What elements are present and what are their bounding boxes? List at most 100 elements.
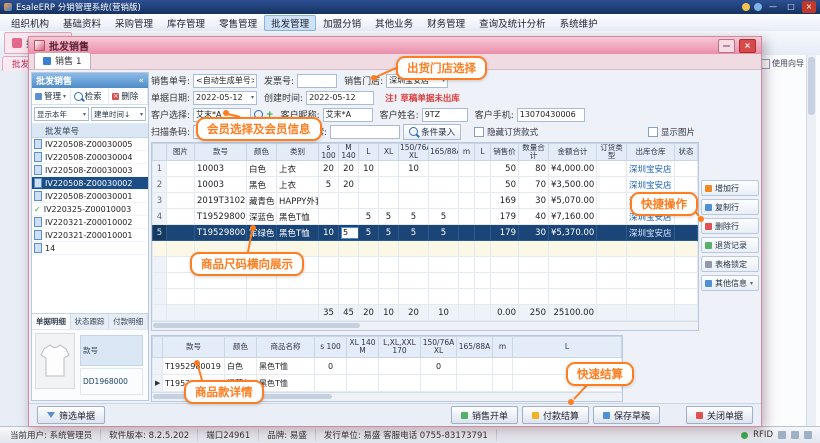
size-qty-cell[interactable] — [347, 358, 379, 375]
vertical-scrollbar[interactable] — [806, 55, 816, 427]
grid-row-1[interactable]: 110003白色上衣202010105080¥4,000.00深圳宝安店 — [153, 161, 698, 177]
close-button[interactable]: × — [802, 1, 816, 13]
order-type-cell[interactable] — [597, 225, 627, 241]
size-qty-cell[interactable] — [475, 209, 491, 225]
style-no-cell[interactable]: T1952980019 — [163, 358, 225, 375]
product-name-cell[interactable]: 黑色T恤 — [257, 358, 315, 375]
size-qty-cell[interactable] — [459, 177, 475, 193]
size-qty-cell[interactable]: 5 — [379, 225, 399, 241]
color-cell[interactable]: 军绿色 — [247, 225, 277, 241]
sidebar-order-row[interactable]: IV220508-Z00030003 — [32, 164, 148, 177]
sidebar-order-row[interactable]: ✓IV220325-Z00010003 — [32, 203, 148, 216]
size-qty-cell[interactable] — [379, 193, 399, 209]
scrollbar-thumb[interactable] — [153, 323, 360, 328]
size-qty-cell[interactable]: 5 — [379, 209, 399, 225]
save-draft-button[interactable]: 保存草稿 — [593, 406, 660, 424]
sale-no-input[interactable] — [193, 74, 257, 88]
size-qty-cell[interactable] — [421, 375, 457, 392]
size-qty-cell[interactable] — [399, 193, 429, 209]
date-picker[interactable]: 2022-05-12 ▾ — [193, 91, 257, 105]
category-cell[interactable]: 黑色T恤 — [277, 209, 319, 225]
scrollbar-thumb[interactable] — [808, 57, 815, 115]
grid-row-3[interactable]: 32019T31025藏青色HAPPY外套16930¥5,070.00深圳宝安店 — [153, 193, 698, 209]
category-cell[interactable]: 上衣 — [277, 177, 319, 193]
price-cell[interactable]: 179 — [491, 209, 519, 225]
size-qty-cell[interactable] — [339, 209, 359, 225]
size-qty-cell[interactable] — [475, 193, 491, 209]
size-qty-cell[interactable]: 10 — [319, 225, 339, 241]
order-type-cell[interactable] — [597, 193, 627, 209]
bell-icon[interactable] — [742, 3, 750, 11]
wizard-checkbox[interactable]: 使用向导 — [760, 58, 804, 69]
size-qty-cell[interactable] — [493, 358, 513, 375]
quick-button-delete-row[interactable]: 删除行 — [701, 218, 759, 234]
menu-item-9[interactable]: 财务管理 — [420, 15, 472, 31]
sidebar-tab-1[interactable]: 单据明细 — [32, 314, 71, 329]
size-qty-cell[interactable] — [359, 177, 379, 193]
sidebar-filter-2[interactable]: 建单时间↓▾ — [91, 107, 146, 121]
size-qty-cell[interactable] — [339, 193, 359, 209]
sidebar-order-row[interactable]: IV220321-Z00010001 — [32, 229, 148, 242]
status-cell[interactable] — [675, 161, 698, 177]
style-no-cell[interactable]: 10003 — [195, 177, 247, 193]
price-cell[interactable]: 169 — [491, 193, 519, 209]
style-no-cell[interactable]: T1952980019 — [195, 209, 247, 225]
size-qty-cell[interactable]: 5 — [359, 225, 379, 241]
size-qty-cell[interactable]: 5 — [359, 209, 379, 225]
create-bill-button[interactable]: 销售开单 — [451, 406, 518, 424]
size-qty-cell[interactable]: 5 — [429, 225, 459, 241]
size-qty-cell[interactable]: 5 — [399, 225, 429, 241]
warehouse-cell[interactable]: 深圳宝安店 — [627, 225, 675, 241]
size-qty-cell[interactable] — [475, 177, 491, 193]
size-qty-cell[interactable] — [379, 358, 421, 375]
qty-cell[interactable]: 80 — [519, 161, 549, 177]
size-qty-cell[interactable]: 10 — [359, 161, 379, 177]
size-qty-cell[interactable]: 20 — [339, 177, 359, 193]
dialog-close-button[interactable]: × — [739, 39, 756, 53]
size-qty-cell[interactable] — [347, 375, 379, 392]
size-qty-cell[interactable] — [459, 193, 475, 209]
sidebar-tab-2[interactable]: 状态跟踪 — [71, 314, 110, 329]
dialog-minimize-button[interactable]: — — [718, 39, 735, 53]
size-qty-cell[interactable] — [493, 375, 513, 392]
warehouse-cell[interactable]: 深圳宝安店 — [627, 177, 675, 193]
maximize-button[interactable]: □ — [784, 1, 798, 13]
amount-cell[interactable]: ¥7,160.00 — [549, 209, 597, 225]
size-qty-cell[interactable] — [457, 375, 493, 392]
order-type-cell[interactable] — [597, 177, 627, 193]
sidebar-filter-1[interactable]: 显示本年▾ — [34, 107, 89, 121]
quick-button-lock-table[interactable]: 表格锁定 — [701, 256, 759, 272]
menu-item-2[interactable]: 基础资料 — [56, 15, 108, 31]
menu-item-11[interactable]: 系统维护 — [553, 15, 605, 31]
color-cell[interactable]: 白色 — [225, 358, 257, 375]
sidebar-order-row[interactable]: IV220508-Z00030001 — [32, 190, 148, 203]
close-bill-button[interactable]: 关闭单据 — [686, 406, 753, 424]
dialog-titlebar[interactable]: 批发销售 — × — [29, 37, 761, 54]
cash-drawer-icon[interactable] — [804, 431, 812, 439]
size-qty-cell[interactable] — [459, 209, 475, 225]
grid-row-4[interactable]: 4T1952980019深蓝色黑色T恤555517940¥7,160.00深圳宝… — [153, 209, 698, 225]
amount-cell[interactable]: ¥4,000.00 — [549, 161, 597, 177]
style-no-cell[interactable]: 2019T31025 — [195, 193, 247, 209]
amount-cell[interactable]: ¥3,500.00 — [549, 177, 597, 193]
product-name-cell[interactable]: 黑色T恤 — [257, 375, 315, 392]
qty-cell[interactable]: 30 — [519, 193, 549, 209]
sidebar-order-row[interactable]: 14 — [32, 242, 148, 255]
menu-item-6[interactable]: 批发管理 — [264, 15, 316, 31]
category-cell[interactable]: 黑色T恤 — [277, 225, 319, 241]
sidebar-action-2[interactable]: 检索 — [71, 88, 110, 104]
qty-cell[interactable]: 30 — [519, 225, 549, 241]
size-qty-cell[interactable]: 0 — [421, 358, 457, 375]
size-qty-cell[interactable] — [457, 358, 493, 375]
sidebar-tab-3[interactable]: 付款明细 — [109, 314, 148, 329]
style-no-cell[interactable]: 10003 — [195, 161, 247, 177]
size-qty-cell[interactable] — [379, 161, 399, 177]
color-cell[interactable]: 藏青色 — [247, 193, 277, 209]
size-qty-cell[interactable] — [429, 161, 459, 177]
size-qty-cell[interactable]: 5 — [399, 209, 429, 225]
size-qty-cell[interactable]: 5 — [339, 225, 359, 241]
size-qty-cell[interactable] — [429, 193, 459, 209]
phone-input[interactable] — [517, 108, 585, 122]
sidebar-order-row[interactable]: IV220508-Z00030002 — [32, 177, 148, 190]
preview-style-no[interactable]: DD1968000 — [80, 368, 143, 395]
